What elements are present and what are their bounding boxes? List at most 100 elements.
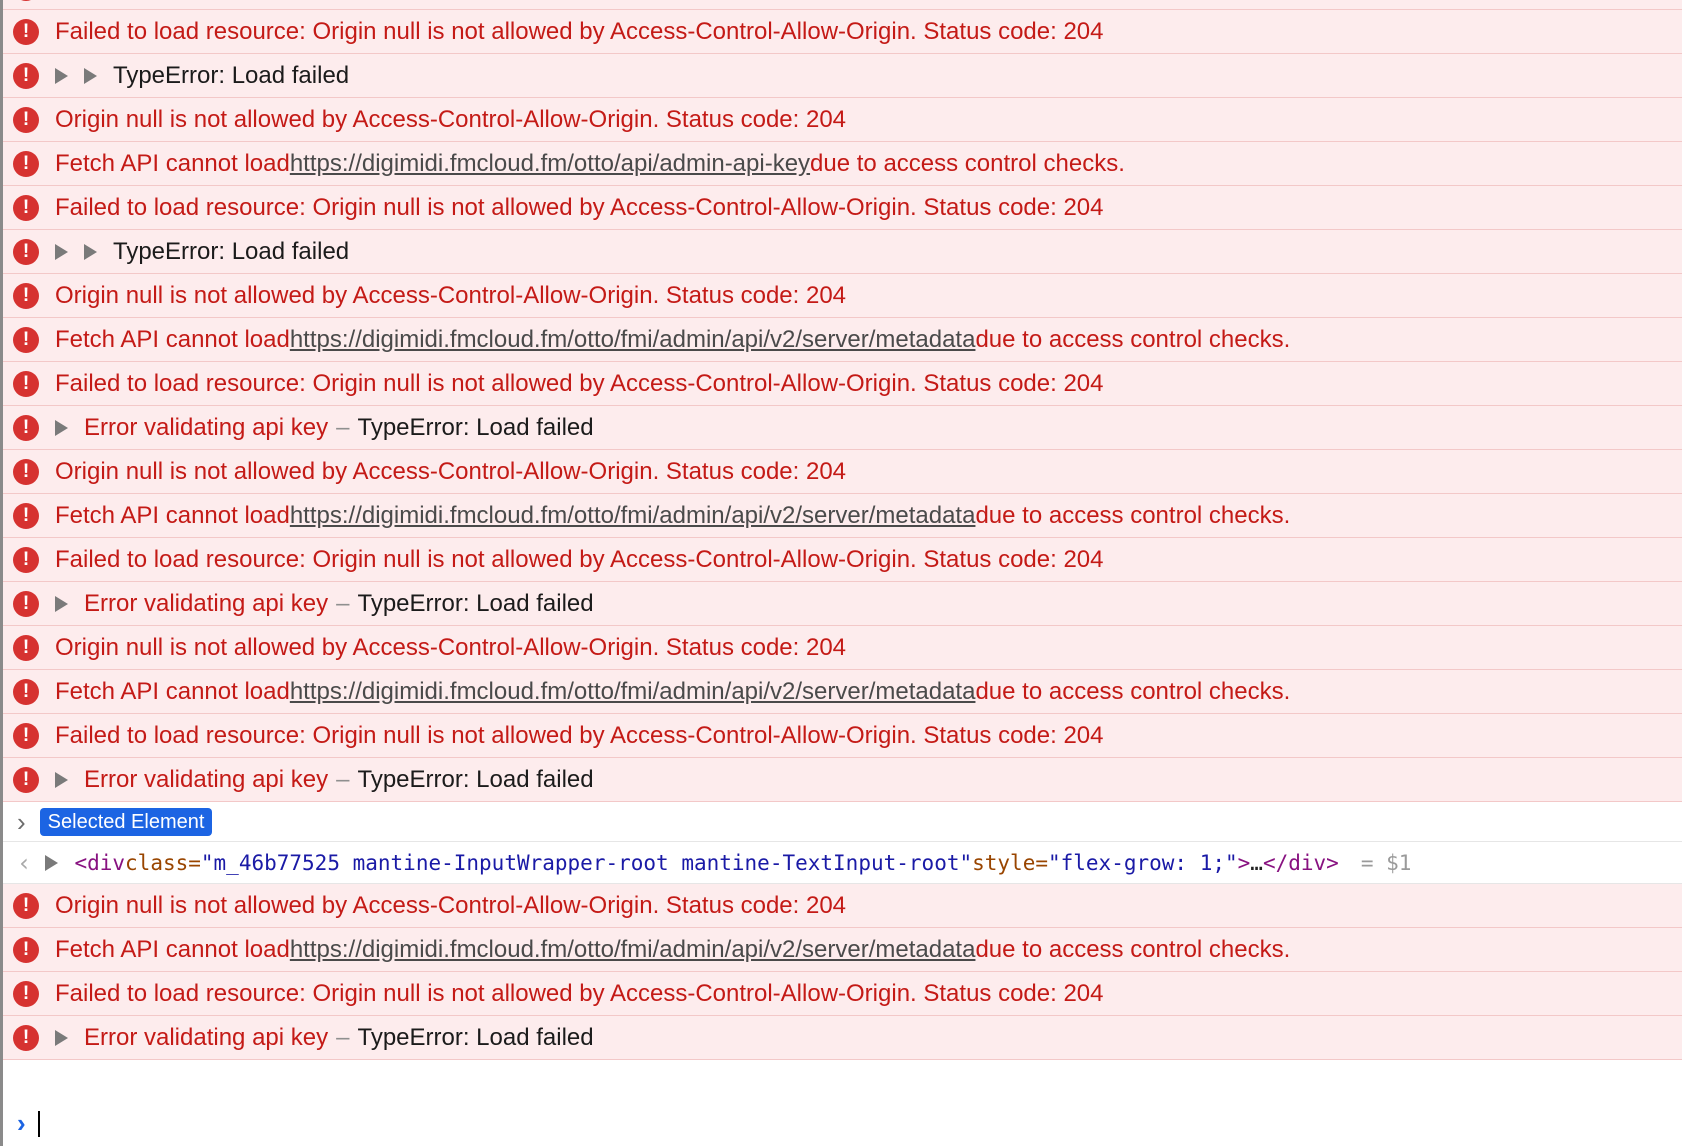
- disclosure-triangle-icon[interactable]: [55, 595, 68, 612]
- exclamation-circle-icon: !: [13, 282, 39, 309]
- exclamation-circle-icon: !: [13, 150, 39, 177]
- error-url-link[interactable]: https://digimidi.fmcloud.fm/otto/api/adm…: [290, 142, 810, 186]
- exclamation-circle-icon: !: [13, 458, 39, 485]
- error-message: Failed to load resource: Origin null is …: [55, 979, 1104, 1007]
- error-message: Failed to load resource: Origin null is …: [55, 193, 1104, 221]
- error-url-link[interactable]: https://digimidi.fmcloud.fm/otto/fmi/adm…: [290, 494, 976, 538]
- api-key-error-label: Error validating api key: [84, 1023, 329, 1051]
- disclosure-triangle-icon[interactable]: [84, 243, 97, 260]
- text-caret: [37, 1110, 40, 1137]
- api-key-error-label: Error validating api key: [84, 589, 329, 617]
- console-error-row: ! Origin null is not allowed by Access-Co…: [3, 884, 1682, 928]
- console-error-row: ! Origin null is not allowed by Access-Co…: [3, 626, 1682, 670]
- exclamation-circle-icon: !: [13, 634, 39, 661]
- error-message: Origin null is not allowed by Access-Con…: [55, 891, 847, 919]
- console-error-row: ! Failed to load resource: Origin null is…: [3, 714, 1682, 758]
- disclosure-triangle-icon[interactable]: [45, 854, 59, 871]
- element-result-row[interactable]: ‹ <div class= "m_46b77525 mantine-InputWra…: [3, 842, 1682, 884]
- error-suffix: due to access control checks.: [975, 501, 1291, 529]
- console-error-row: ! Fetch API cannot load https://digimidi.…: [3, 928, 1682, 972]
- exclamation-circle-icon: !: [13, 980, 39, 1007]
- error-suffix: due to access control checks.: [975, 677, 1291, 705]
- attr-value-class: "m_46b77525 mantine-InputWrapper-root ma…: [200, 850, 973, 875]
- error-message: Origin null is not allowed by Access-Con…: [55, 633, 847, 661]
- console-error-row: ! Fetch API cannot load https://digimidi.…: [3, 670, 1682, 714]
- console-ref: = $1: [1360, 850, 1412, 875]
- console-error-row: ! Origin null is not allowed by Access-Co…: [3, 98, 1682, 142]
- exclamation-circle-icon: !: [13, 18, 39, 45]
- error-suffix: due to access control checks.: [975, 935, 1291, 963]
- exclamation-circle-icon: !: [13, 590, 39, 617]
- exclamation-circle-icon: !: [13, 502, 39, 529]
- disclosure-triangle-icon[interactable]: [84, 67, 97, 84]
- exclamation-circle-icon: !: [13, 892, 39, 919]
- console-error-row: ! Fetch API cannot load https://digimidi.…: [3, 0, 1682, 10]
- api-key-error-label: Error validating api key: [84, 413, 329, 441]
- attr-value-style: "flex-grow: 1;": [1047, 850, 1238, 875]
- exclamation-circle-icon: !: [13, 326, 39, 353]
- tag-end: </div>: [1262, 850, 1339, 875]
- console-error-row: ! Error validating api key – TypeError: Loa…: [3, 1016, 1682, 1060]
- error-prefix: Fetch API cannot load: [55, 149, 290, 177]
- exclamation-circle-icon: !: [13, 678, 39, 705]
- typeerror-detail: TypeError: Load failed: [357, 1023, 594, 1051]
- attr-name-style: style=: [972, 850, 1048, 875]
- error-url-link[interactable]: https://digimidi.fmcloud.fm/otto/fmi/adm…: [290, 318, 976, 362]
- exclamation-circle-icon: !: [13, 1024, 39, 1051]
- ellipsis[interactable]: …: [1250, 841, 1263, 885]
- console-log[interactable]: ! Fetch API cannot load https://digimidi.…: [3, 0, 1682, 1060]
- error-message: Failed to load resource: Origin null is …: [55, 545, 1104, 573]
- error-prefix: Fetch API cannot load: [55, 677, 290, 705]
- error-suffix: due to access control checks.: [975, 325, 1291, 353]
- console-prompt[interactable]: ›: [3, 1101, 1682, 1146]
- disclosure-triangle-icon[interactable]: [55, 419, 68, 436]
- disclosure-triangle-icon[interactable]: [55, 67, 68, 84]
- separator-dash: –: [336, 413, 350, 441]
- selected-element-row: › Selected Element: [3, 802, 1682, 842]
- error-prefix: Fetch API cannot load: [55, 0, 290, 10]
- console-error-row: ! Origin null is not allowed by Access-Co…: [3, 274, 1682, 318]
- console-error-row: ! Error validating api key – TypeError: Loa…: [3, 758, 1682, 802]
- console-panel: ! Fetch API cannot load https://digimidi.…: [0, 0, 1682, 1146]
- exclamation-circle-icon: !: [13, 106, 39, 133]
- separator-dash: –: [336, 589, 350, 617]
- error-url-link[interactable]: https://digimidi.fmcloud.fm/otto/fmi/adm…: [290, 928, 976, 972]
- exclamation-circle-icon: !: [13, 546, 39, 573]
- exclamation-circle-icon: !: [13, 62, 39, 89]
- error-prefix: Fetch API cannot load: [55, 935, 290, 963]
- console-error-row: ! Fetch API cannot load https://digimidi.…: [3, 142, 1682, 186]
- console-error-row: ! Error validating api key – TypeError: Loa…: [3, 582, 1682, 626]
- disclosure-triangle-icon[interactable]: [55, 243, 68, 260]
- error-url-link[interactable]: https://digimidi.fmcloud.fm/otto/api/adm…: [290, 0, 810, 10]
- console-error-row: ! Fetch API cannot load https://digimidi.…: [3, 318, 1682, 362]
- exclamation-circle-icon: !: [13, 194, 39, 221]
- typeerror-detail: TypeError: Load failed: [357, 589, 594, 617]
- console-error-row: ! Failed to load resource: Origin null is…: [3, 186, 1682, 230]
- typeerror-detail: TypeError: Load failed: [357, 413, 594, 441]
- disclosure-triangle-icon[interactable]: [55, 1029, 68, 1046]
- tag-close: >: [1237, 850, 1251, 875]
- console-error-row: ! Error validating api key – TypeError: Loa…: [3, 406, 1682, 450]
- selected-element-badge: Selected Element: [39, 807, 213, 836]
- error-message: Failed to load resource: Origin null is …: [55, 369, 1104, 397]
- console-error-row: ! Failed to load resource: Origin null is…: [3, 538, 1682, 582]
- chevron-right-icon[interactable]: ›: [17, 800, 26, 844]
- typeerror-message: TypeError: Load failed: [113, 61, 350, 89]
- exclamation-circle-icon: !: [13, 414, 39, 441]
- api-key-error-label: Error validating api key: [84, 765, 329, 793]
- error-message: Origin null is not allowed by Access-Con…: [55, 105, 847, 133]
- console-error-row: ! Failed to load resource: Origin null is…: [3, 362, 1682, 406]
- exclamation-circle-icon: !: [13, 370, 39, 397]
- console-error-row: ! Fetch API cannot load https://digimidi.…: [3, 494, 1682, 538]
- console-error-row: ! Failed to load resource: Origin null is…: [3, 972, 1682, 1016]
- error-message: Failed to load resource: Origin null is …: [55, 721, 1104, 749]
- console-error-row: ! TypeError: Load failed: [3, 54, 1682, 98]
- error-suffix: due to access control checks.: [810, 0, 1125, 10]
- tag-open: <div: [74, 850, 126, 875]
- attr-name-class: class=: [125, 850, 201, 875]
- disclosure-triangle-icon[interactable]: [55, 771, 68, 788]
- separator-dash: –: [336, 1023, 350, 1051]
- error-url-link[interactable]: https://digimidi.fmcloud.fm/otto/fmi/adm…: [290, 670, 976, 714]
- exclamation-circle-icon: !: [13, 0, 39, 1]
- chevron-left-icon: ‹: [17, 848, 32, 877]
